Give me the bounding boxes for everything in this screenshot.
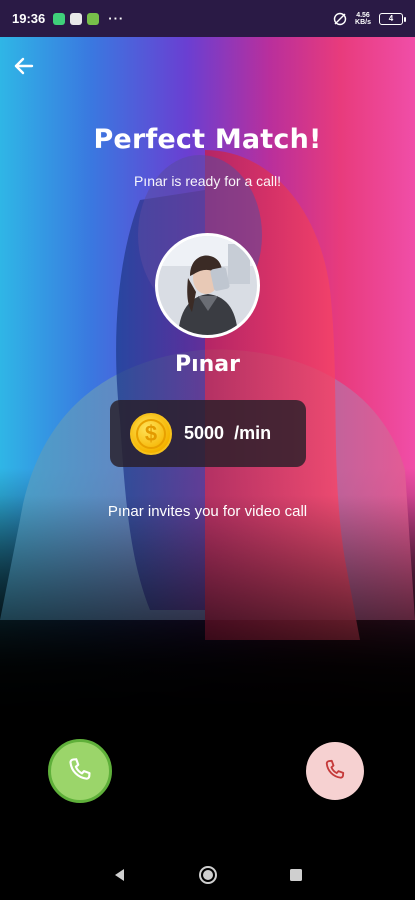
notification-app-icon <box>70 12 83 25</box>
invite-text: Pınar invites you for video call <box>107 503 308 520</box>
more-notifications-icon: ··· <box>108 11 125 26</box>
page-subtitle: Pınar is ready for a call! <box>133 173 282 189</box>
nav-recents-icon[interactable] <box>288 867 304 883</box>
notification-app-icon <box>87 12 100 25</box>
phone-icon <box>325 759 345 779</box>
price-amount: 5000 <box>184 423 225 443</box>
nav-back-icon[interactable] <box>112 867 128 883</box>
price-rate: 5000 /min <box>184 423 271 444</box>
no-sim-icon <box>333 12 347 25</box>
decline-call-button[interactable] <box>306 742 364 800</box>
status-bar: 19:36 ··· 4.56 KB/s 4 <box>0 0 415 37</box>
price-unit: /min <box>234 423 272 443</box>
arrow-left-icon <box>14 57 34 75</box>
back-button[interactable] <box>10 52 38 80</box>
status-indicators: 4.56 KB/s 4 <box>333 11 406 26</box>
accept-call-button[interactable] <box>48 739 112 803</box>
page-title: Perfect Match! <box>93 124 322 155</box>
phone-icon <box>69 758 91 780</box>
price-badge: $ 5000 /min <box>110 400 306 467</box>
network-speed: 4.56 KB/s <box>355 11 371 26</box>
status-time: 19:36 <box>12 11 46 26</box>
avatar <box>155 233 260 338</box>
coin-icon: $ <box>130 412 172 455</box>
nav-home-icon[interactable] <box>198 865 218 885</box>
coin-symbol: $ <box>136 418 166 449</box>
battery-icon: 4 <box>379 12 406 25</box>
caller-name: Pınar <box>174 352 241 377</box>
avatar-photo <box>158 236 257 335</box>
incoming-call-screen: 19:36 ··· 4.56 KB/s 4 Perfect Match! Pın… <box>0 0 415 900</box>
system-navigation-bar <box>0 850 415 900</box>
notification-app-icon <box>53 12 66 25</box>
battery-level: 4 <box>388 14 394 23</box>
